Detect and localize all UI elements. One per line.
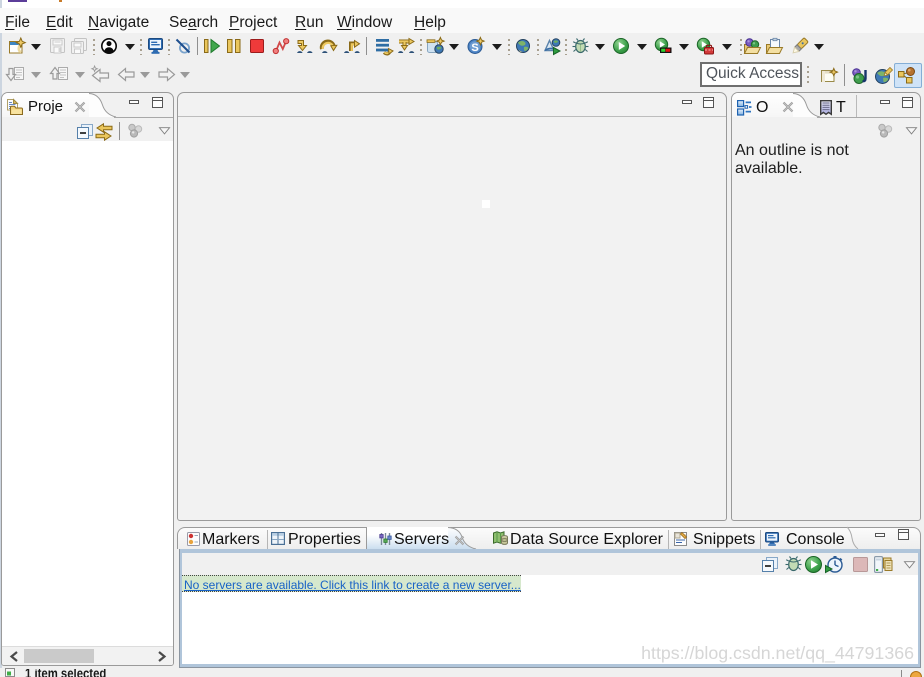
svg-text:S: S [471, 42, 478, 54]
